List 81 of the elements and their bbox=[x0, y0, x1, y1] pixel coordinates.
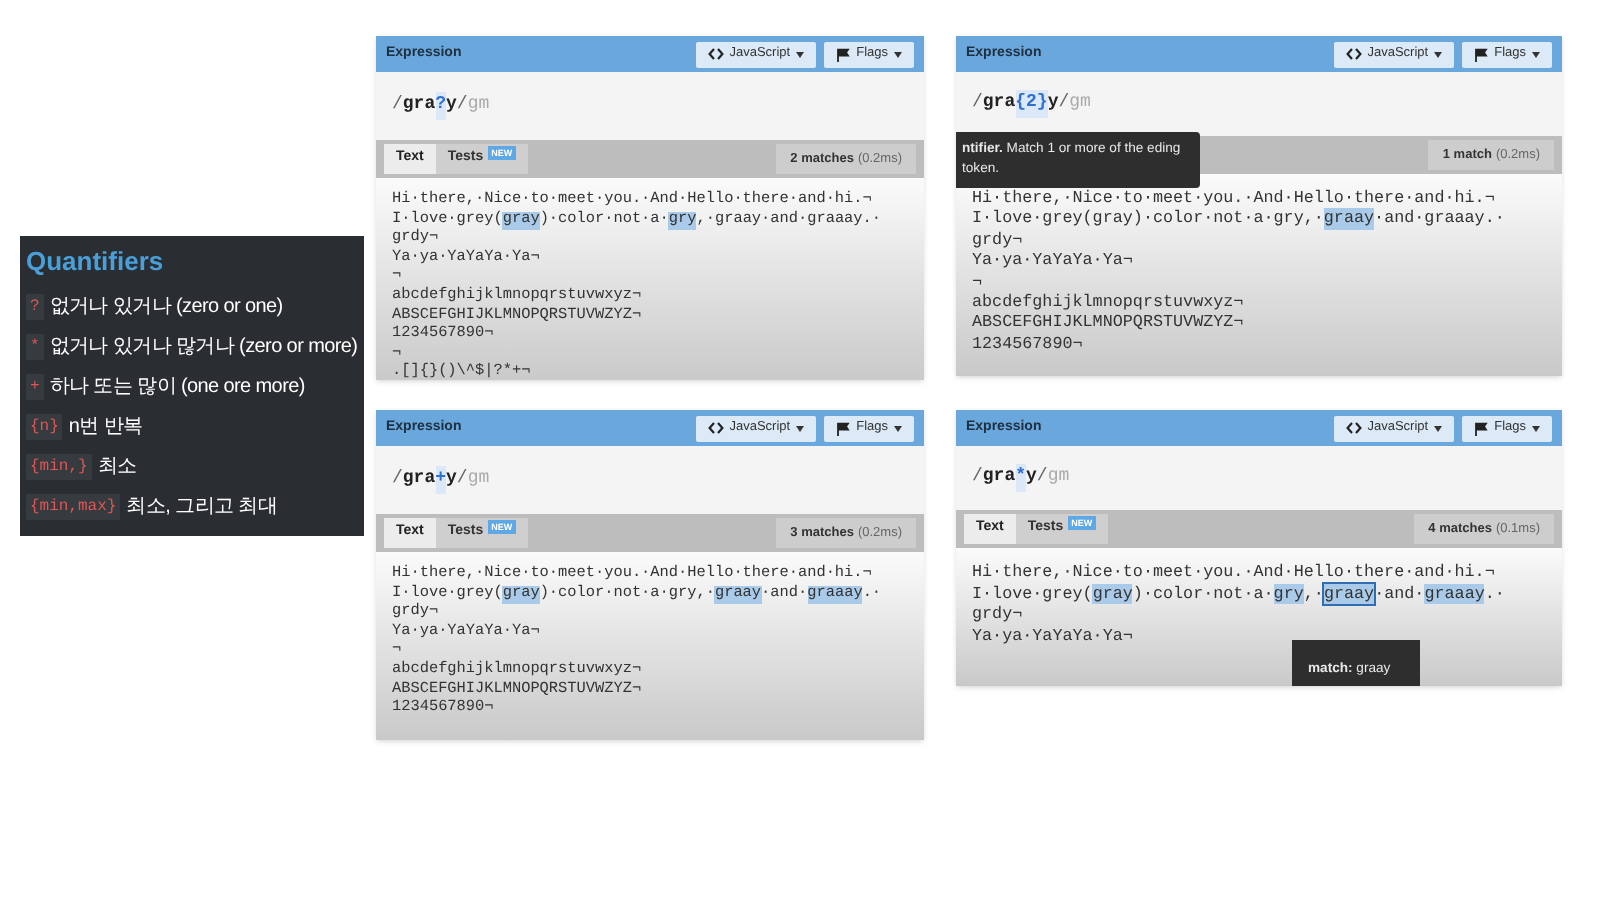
quantifier-token: + bbox=[26, 373, 44, 399]
match-highlight: gray bbox=[1092, 583, 1133, 605]
expression-quantifier: + bbox=[435, 466, 447, 494]
quantifier-description: 없거나 있거나 많거나 (zero or more) bbox=[49, 333, 358, 361]
text-line: ·and· bbox=[1374, 583, 1425, 605]
expression-quantifier: * bbox=[1015, 464, 1027, 492]
flag-icon bbox=[1474, 47, 1489, 61]
caret-icon bbox=[796, 51, 805, 57]
expression-delimiter: / bbox=[456, 466, 468, 493]
expression-delimiter: / bbox=[456, 92, 468, 119]
expression-field[interactable]: /gra+y/gm bbox=[376, 446, 924, 514]
flag-icon bbox=[836, 421, 851, 435]
quantifier-description: 최소 bbox=[97, 453, 137, 481]
text-line: Hi·there,·Nice·to·meet·you.·And·Hello·there·and·hi.¬ bbox=[972, 562, 1495, 584]
quantifier-description: 최소, 그리고 최대 bbox=[126, 493, 278, 521]
caret-icon bbox=[894, 51, 902, 57]
expression-literal: y bbox=[446, 92, 457, 119]
expression-literal: gra bbox=[982, 90, 1016, 117]
text-line: ABSCEFGHIJKLMNOPQRSTUVWZYZ¬ bbox=[972, 312, 1244, 334]
card-title: Quantifiers bbox=[26, 244, 166, 280]
expression-flags: gm bbox=[467, 466, 490, 493]
caret-icon bbox=[1434, 51, 1443, 57]
text-line: ,· bbox=[1303, 583, 1324, 605]
flag-icon bbox=[1474, 421, 1489, 435]
code-icon bbox=[1345, 48, 1362, 60]
expression-delimiter: / bbox=[392, 92, 403, 119]
quantifier-token: * bbox=[26, 333, 44, 359]
text-line: abcdefghijklmnopqrstuvwxyz¬ bbox=[972, 292, 1244, 313]
match-highlight: graay bbox=[1323, 208, 1375, 230]
text-line: )·color·not·a· bbox=[1132, 583, 1274, 605]
code-icon bbox=[1345, 422, 1362, 434]
text-line: Ya·ya·YaYaYa·Ya¬ bbox=[972, 250, 1133, 272]
text-line: ·and·graaay.· bbox=[1374, 208, 1505, 230]
caret-icon bbox=[894, 425, 902, 431]
text-line: I·love·grey( bbox=[972, 583, 1093, 605]
quantifier-description: 하나 또는 많이 (one ore more) bbox=[49, 373, 305, 401]
quantifier-token: ? bbox=[26, 293, 44, 319]
match-highlight: gry bbox=[1273, 583, 1304, 605]
quantifier-description: n번 반복 bbox=[68, 413, 143, 441]
expression-flags: gm bbox=[467, 92, 490, 119]
code-icon bbox=[707, 422, 724, 434]
caret-icon bbox=[1434, 425, 1443, 431]
expression-literal: gra bbox=[402, 466, 436, 493]
expression-literal: y bbox=[1047, 90, 1059, 117]
quantifier-token: {n} bbox=[26, 413, 63, 439]
text-area[interactable] bbox=[376, 178, 924, 380]
expression-literal: gra bbox=[402, 92, 436, 119]
text-line: .· bbox=[1484, 583, 1505, 605]
expression-delimiter: / bbox=[972, 464, 983, 491]
expression-field[interactable]: /gra{2}y/gm bbox=[956, 72, 1562, 136]
expression-delimiter: / bbox=[1058, 90, 1070, 117]
expression-delimiter: / bbox=[1036, 464, 1048, 491]
caret-icon bbox=[1532, 425, 1540, 431]
expression-quantifier: ? bbox=[435, 92, 447, 120]
text-line: I·love·grey(gray)·color·not·a·gry,· bbox=[972, 208, 1324, 230]
text-line: ¬ bbox=[972, 271, 983, 293]
text-line: 1234567890¬ bbox=[972, 333, 1083, 355]
expression-quantifier: {2} bbox=[1015, 90, 1048, 118]
expression-literal: gra bbox=[982, 464, 1016, 491]
quantifier-description: 없거나 있거나 (zero or one) bbox=[49, 293, 283, 321]
expression-flags: gm bbox=[1069, 90, 1091, 117]
expression-flags: gm bbox=[1047, 464, 1070, 491]
caret-icon bbox=[796, 425, 805, 431]
text-line: Hi·there,·Nice·to·meet·you.·And·Hello·there·and·hi.¬ bbox=[972, 188, 1495, 209]
text-line: grdy¬ bbox=[972, 229, 1023, 251]
expression-literal: y bbox=[446, 466, 457, 493]
quantifier-token: {min,} bbox=[26, 453, 92, 479]
quantifier-token: {min,max} bbox=[26, 493, 121, 519]
expression-delimiter: / bbox=[972, 90, 983, 117]
text-line: grdy¬ bbox=[972, 604, 1023, 626]
text-line: Ya·ya·YaYaYa·Ya¬ bbox=[972, 625, 1133, 647]
expression-literal: y bbox=[1026, 464, 1037, 491]
match-highlight: graaay bbox=[1424, 583, 1485, 605]
expression-field[interactable]: /gra*y/gm bbox=[956, 446, 1562, 510]
expression-field[interactable]: /gra?y/gm bbox=[376, 72, 924, 140]
match-highlight: graay bbox=[1323, 583, 1375, 605]
flag-icon bbox=[836, 47, 851, 61]
text-area[interactable]: Hi·there,·Nice·to·meet·you.·And·Hello·there·and·hi.¬ I·love·grey(gray)·color·not·a·gry,·graay·and·graaay.· grdy¬ Ya·ya·YaYaYa·Ya¬ ¬ abcdefghijklmnopqrstuvwxyz¬ ABSCEFGHIJKLMNOPQRSTUVWZYZ¬ 1234567890¬ bbox=[956, 174, 1562, 376]
code-icon bbox=[707, 48, 724, 60]
expression-delimiter: / bbox=[392, 466, 403, 493]
caret-icon bbox=[1532, 51, 1540, 57]
